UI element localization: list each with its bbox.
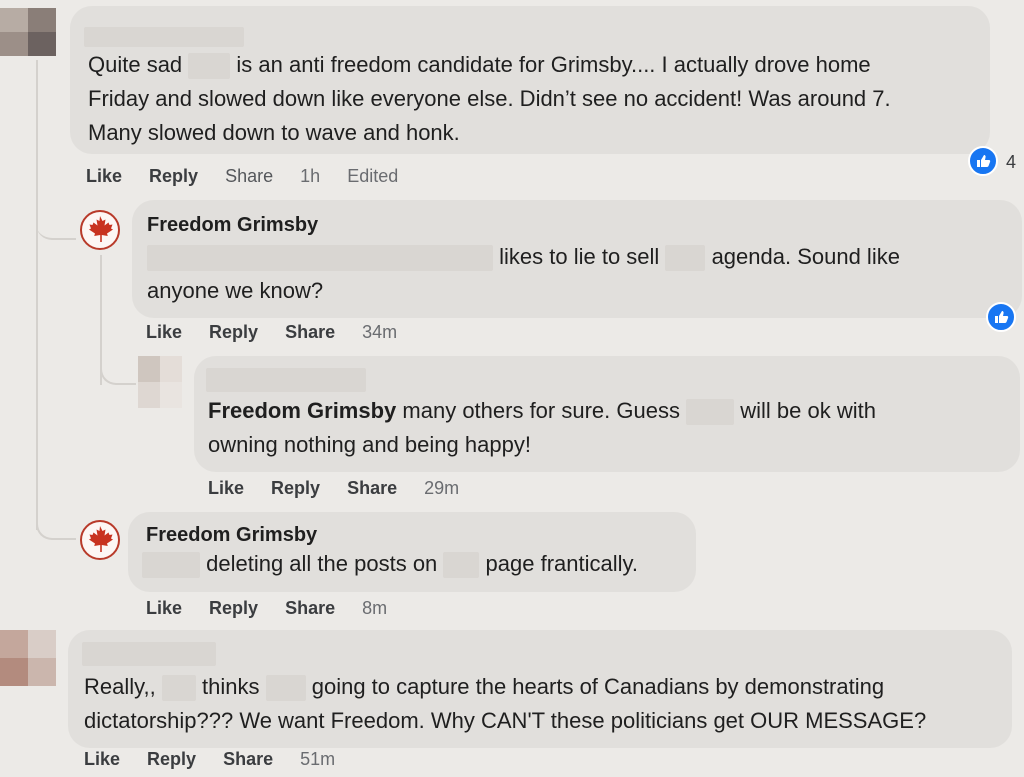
maple-leaf-icon [89, 526, 113, 552]
reply-actions: Like Reply Share 29m [208, 478, 481, 499]
comment-actions: Like Reply Share 1h Edited [86, 166, 420, 187]
share-button[interactable]: Share [285, 598, 335, 618]
avatar[interactable] [0, 8, 56, 56]
redacted-name [686, 399, 735, 426]
reaction-count[interactable]: 4 [1006, 152, 1016, 173]
reply-text-part: likes to lie to sell [499, 244, 660, 269]
timestamp[interactable]: 51m [300, 749, 335, 769]
redacted-name [161, 675, 196, 702]
redacted-name [142, 552, 200, 579]
timestamp[interactable]: 8m [362, 598, 387, 618]
reply-button[interactable]: Reply [209, 322, 258, 342]
comment-text-part: Quite sad [88, 52, 183, 77]
redacted-name [265, 675, 306, 702]
reply-text: likes to lie to sell agenda. Sound like … [147, 240, 1007, 308]
thumbs-up-icon [977, 155, 991, 167]
thumbs-up-icon [995, 311, 1009, 323]
like-button[interactable]: Like [146, 598, 182, 618]
reply-text-line: anyone we know? [147, 278, 324, 303]
comment-text-line: Friday and slowed down like everyone els… [88, 86, 891, 111]
author-name[interactable]: Freedom Grimsby [146, 524, 317, 547]
reply-text-part: page frantically. [485, 551, 638, 576]
reply-button[interactable]: Reply [149, 166, 198, 186]
like-button[interactable]: Like [86, 166, 122, 186]
share-button[interactable]: Share [285, 322, 335, 342]
thread-connector-reply2 [100, 345, 136, 385]
reply-button[interactable]: Reply [147, 749, 196, 769]
comment-text: Really,, thinks going to capture the hea… [84, 670, 1004, 738]
avatar[interactable] [80, 520, 120, 560]
thread-connector-reply1 [36, 200, 76, 240]
comment-text-part: is an anti freedom candidate for Grimsby… [236, 52, 871, 77]
share-button[interactable]: Share [223, 749, 273, 769]
redacted-name [147, 245, 493, 272]
reaction-badge[interactable] [986, 302, 1016, 332]
mention-tag[interactable]: Freedom Grimsby [208, 398, 396, 423]
like-button[interactable]: Like [146, 322, 182, 342]
reaction-badge[interactable] [968, 146, 998, 176]
reply-text-part: agenda. Sound like [711, 244, 900, 269]
avatar[interactable] [138, 356, 182, 408]
reply-text-part: many others for sure. Guess [402, 398, 680, 423]
redacted-name [443, 552, 480, 579]
avatar[interactable] [0, 630, 56, 686]
comment-actions: Like Reply Share 51m [84, 749, 357, 770]
reply-text-part: will be ok with [740, 398, 876, 423]
redacted-author-name[interactable] [84, 27, 244, 47]
comment-text-part: going to capture the hearts of Canadians… [311, 674, 885, 699]
redacted-name [665, 245, 706, 272]
like-button[interactable]: Like [84, 749, 120, 769]
thread-line-main [36, 60, 38, 530]
author-name[interactable]: Freedom Grimsby [147, 214, 318, 237]
reply-text-part: deleting all the posts on [206, 551, 438, 576]
edited-label: Edited [347, 166, 399, 186]
redacted-name [188, 53, 231, 80]
like-button[interactable]: Like [208, 478, 244, 498]
reply-text: Freedom Grimsby many others for sure. Gu… [208, 394, 1008, 462]
maple-leaf-icon [89, 216, 113, 242]
comment-text-line: dictatorship??? We want Freedom. Why CAN… [84, 708, 927, 733]
reply-actions: Like Reply Share 8m [146, 598, 409, 619]
reply-button[interactable]: Reply [271, 478, 320, 498]
comment-text-line: Many slowed down to wave and honk. [88, 120, 460, 145]
share-button[interactable]: Share [347, 478, 397, 498]
timestamp[interactable]: 29m [424, 478, 459, 498]
redacted-author-name[interactable] [82, 642, 216, 666]
redacted-author-name[interactable] [206, 368, 366, 392]
comment-text: Quite sad is an anti freedom candidate f… [88, 48, 988, 150]
timestamp[interactable]: 1h [300, 166, 320, 186]
share-button[interactable]: Share [225, 166, 273, 186]
timestamp[interactable]: 34m [362, 322, 397, 342]
comment-text-part: thinks [201, 674, 260, 699]
thread-connector-reply3 [36, 500, 76, 540]
reply-button[interactable]: Reply [209, 598, 258, 618]
reply-text-line: owning nothing and being happy! [208, 432, 531, 457]
reply-text: deleting all the posts on page frantical… [142, 547, 702, 581]
reply-actions: Like Reply Share 34m [146, 322, 419, 343]
avatar[interactable] [80, 210, 120, 250]
comment-text-part: Really,, [84, 674, 156, 699]
